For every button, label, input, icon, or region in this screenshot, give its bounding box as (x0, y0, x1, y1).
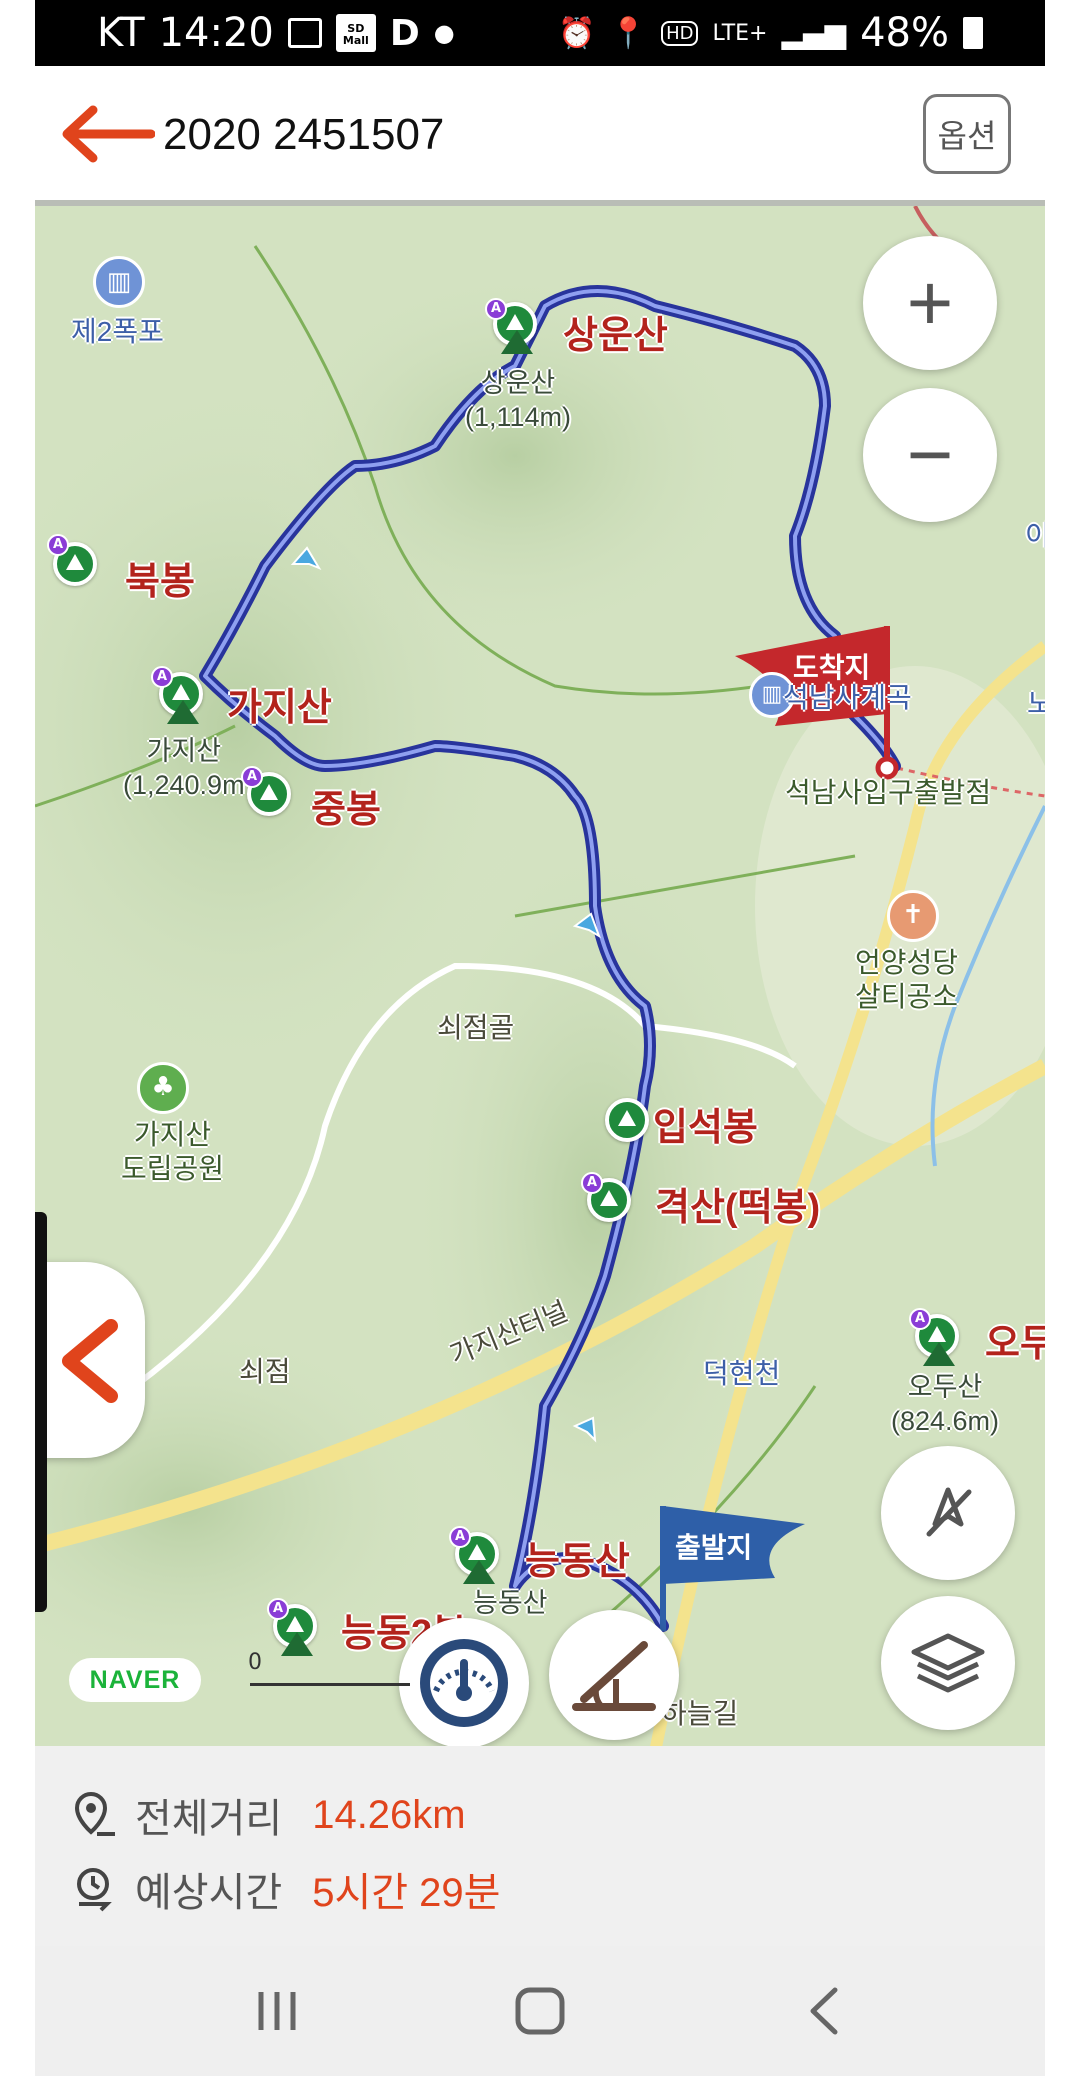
distance-row: 전체거리 14.26km (69, 1786, 466, 1844)
badge-icon: A (485, 298, 507, 320)
time-value: 5시간 29분 (312, 1871, 501, 1915)
peak-sublabel: 가지산 (1,240.9m (123, 736, 245, 800)
waterfall-icon[interactable]: ▥ (93, 256, 145, 308)
speedometer-icon (420, 1639, 508, 1727)
hd-icon: HD (661, 20, 699, 46)
clock-route-icon (77, 1868, 112, 1912)
village-label: 쇠점골 (437, 1012, 515, 1043)
badge-icon: A (449, 1526, 471, 1548)
carrier-label: KT (97, 10, 145, 56)
zoom-out-button[interactable]: − (863, 388, 997, 522)
app-header: 2020 2451507 옵션 (35, 66, 1045, 200)
stream-label: 덕현천 (703, 1358, 781, 1389)
route-title: 2020 2451507 (163, 110, 445, 159)
zoom-in-button[interactable]: + (863, 236, 997, 370)
clock: 14:20 (158, 10, 274, 56)
peak-label: 격산(떡봉) (655, 1187, 821, 1229)
badge-icon: A (47, 534, 69, 556)
chevron-left-icon (62, 1319, 118, 1403)
peak-label: 입석봉 (653, 1107, 758, 1149)
network-icon: LTE+ (712, 20, 768, 46)
naver-logo: NAVER (69, 1658, 201, 1702)
distance-pin-icon (74, 1791, 115, 1836)
location-icon: 📍 (609, 15, 648, 51)
finish-flag-label: 도착지 (793, 652, 871, 683)
time-label: 예상시간 (135, 1871, 283, 1915)
peak-label: 오두 (985, 1323, 1045, 1365)
peak-sublabel: 상운산 (1,114m) (465, 368, 572, 432)
d-app-icon: D (389, 12, 420, 54)
badge-icon: A (581, 1172, 603, 1194)
time-row: 예상시간 5시간 29분 (69, 1860, 500, 1918)
peak-label: 상운산 (563, 315, 668, 357)
compass-button[interactable] (881, 1446, 1015, 1580)
status-bar: KT 14:20 SD Mall D ● ⏰ 📍 HD LTE+ ▂▄▆ 48% (35, 0, 1045, 66)
side-bar (35, 1212, 47, 1612)
map-scale: 0 (248, 1650, 410, 1686)
options-button[interactable]: 옵션 (923, 94, 1011, 174)
distance-value: 14.26km (312, 1792, 466, 1837)
peak-label: 북봉 (125, 561, 195, 603)
sd-mall-icon: SD Mall (335, 14, 376, 52)
badge-icon: A (151, 666, 173, 688)
scale-label: 0 (248, 1650, 262, 1675)
start-flag-label: 출발지 (675, 1532, 753, 1563)
compass-off-icon (926, 1487, 972, 1537)
peak-marker-ipseokbong[interactable] (605, 1098, 649, 1142)
peak-triangle-icon (923, 1342, 955, 1366)
badge-icon: A (909, 1308, 931, 1330)
peak-label: 중봉 (311, 789, 381, 831)
park-label: 가지산 도립공원 (121, 1119, 225, 1184)
layers-icon (911, 1633, 985, 1693)
trailhead-label: 석남사입구출발점 (785, 777, 992, 808)
peak-label: 능동산 (525, 1541, 630, 1583)
peak-triangle-icon (281, 1632, 313, 1656)
back-arrow-icon[interactable] (55, 102, 155, 166)
edge-label: 노 (1027, 682, 1045, 722)
peak-triangle-icon (501, 330, 533, 354)
route-map[interactable]: A A A A A A A A ▥ ▥ ✝ ♣ 상운산 상운산 (1,114m) … (35, 200, 1045, 1746)
gallery-icon (287, 18, 322, 48)
waterfall-label: 제2폭포 (71, 316, 164, 347)
church-label: 언양성당 살티공소 (855, 947, 959, 1012)
battery-icon (963, 17, 983, 49)
peak-sublabel: 오두산 (824.6m) (891, 1372, 1000, 1436)
peak-triangle-icon (463, 1560, 495, 1584)
signal-icon: ▂▄▆ (781, 16, 847, 50)
back-icon[interactable] (795, 1986, 855, 2036)
side-panel-toggle[interactable] (35, 1212, 145, 1612)
layers-button[interactable] (881, 1596, 1015, 1730)
recent-apps-icon[interactable] (247, 1986, 307, 2036)
route-summary: 전체거리 14.26km 예상시간 5시간 29분 (35, 1746, 1045, 1946)
alarm-icon: ⏰ (558, 15, 596, 51)
home-icon[interactable] (510, 1986, 570, 2036)
peak-sublabel: 능동산 (473, 1588, 548, 1618)
app-frame: KT 14:20 SD Mall D ● ⏰ 📍 HD LTE+ ▂▄▆ 48% … (35, 0, 1045, 2076)
village-label: 쇠점 (239, 1356, 291, 1387)
park-icon[interactable]: ♣ (137, 1062, 189, 1114)
church-icon[interactable]: ✝ (887, 890, 939, 942)
elevation-profile-button[interactable] (549, 1610, 679, 1740)
peak-triangle-icon (167, 700, 199, 724)
peak-label: 가지산 (227, 687, 332, 729)
distance-label: 전체거리 (135, 1797, 283, 1841)
battery-percent: 48% (860, 10, 949, 56)
speedometer-button[interactable] (399, 1618, 529, 1746)
badge-icon: A (267, 1598, 289, 1620)
slope-icon (572, 1641, 656, 1711)
dot-icon: ● (433, 19, 455, 47)
system-nav-bar (35, 1946, 1045, 2076)
edge-label: 이 (1025, 514, 1045, 554)
